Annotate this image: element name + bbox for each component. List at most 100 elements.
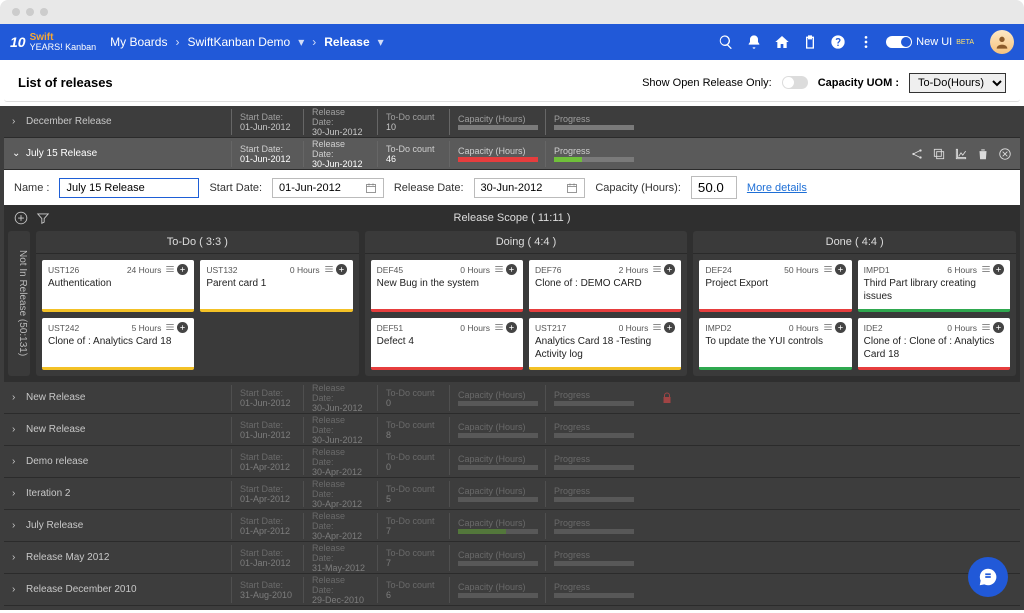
capacity-uom-select[interactable]: To-Do(Hours) xyxy=(909,73,1006,93)
chat-fab[interactable] xyxy=(968,557,1008,597)
release-row[interactable]: › Release May 2012 Start Date:01-Jan-201… xyxy=(4,542,1020,574)
menu-icon[interactable] xyxy=(823,264,833,274)
stat-progress: Progress xyxy=(545,141,641,167)
not-in-release-collapsed[interactable]: Not In Release (50:131) xyxy=(8,231,30,376)
menu-icon[interactable] xyxy=(652,322,662,332)
add-icon[interactable] xyxy=(14,211,28,225)
kanban-card[interactable]: DEF24 50 Hours Project Export xyxy=(699,260,851,312)
chart-icon[interactable] xyxy=(954,147,968,161)
new-ui-toggle[interactable]: New UIBETA xyxy=(886,36,974,48)
plus-circle-icon[interactable] xyxy=(177,322,188,333)
menu-icon[interactable] xyxy=(494,264,504,274)
release-row[interactable]: › Demo release Start Date:01-Apr-2012 Re… xyxy=(4,446,1020,478)
chevron-right-icon[interactable]: › xyxy=(12,584,26,595)
chevron-right-icon[interactable]: › xyxy=(12,392,26,403)
stat-capacity: Capacity (Hours) xyxy=(449,109,545,135)
bell-icon[interactable] xyxy=(746,34,762,50)
menu-icon[interactable] xyxy=(494,322,504,332)
show-open-toggle[interactable] xyxy=(782,76,808,89)
menu-icon[interactable] xyxy=(165,264,175,274)
chevron-right-icon[interactable]: › xyxy=(12,520,26,531)
menu-icon[interactable] xyxy=(165,322,175,332)
release-row[interactable]: › July Release Start Date:01-Apr-2012 Re… xyxy=(4,510,1020,542)
stat-start: Start Date:01-Jun-2012 xyxy=(231,385,303,411)
breadcrumb-project[interactable]: SwiftKanban Demo xyxy=(187,35,290,49)
plus-circle-icon[interactable] xyxy=(835,322,846,333)
help-icon[interactable] xyxy=(830,34,846,50)
kanban-card[interactable]: UST126 24 Hours Authentication xyxy=(42,260,194,312)
stat-release: Release Date:30-Jun-2012 xyxy=(303,417,377,443)
breadcrumb-section[interactable]: Release xyxy=(324,35,369,49)
page-title: List of releases xyxy=(18,75,113,90)
release-row[interactable]: › Iteration 2 Start Date:01-Apr-2012 Rel… xyxy=(4,478,1020,510)
stat-todo: To-Do count7 xyxy=(377,513,449,539)
plus-circle-icon[interactable] xyxy=(506,264,517,275)
menu-icon[interactable] xyxy=(823,322,833,332)
more-vertical-icon[interactable] xyxy=(858,34,874,50)
plus-circle-icon[interactable] xyxy=(664,322,675,333)
kanban-card[interactable]: IMPD2 0 Hours To update the YUI controls xyxy=(699,318,851,370)
menu-icon[interactable] xyxy=(981,322,991,332)
caret-down-icon[interactable]: ▾ xyxy=(378,35,384,49)
chevron-right-icon[interactable]: › xyxy=(12,488,26,499)
user-avatar[interactable] xyxy=(990,30,1014,54)
chevron-down-icon[interactable]: ⌄ xyxy=(12,148,26,159)
kanban-card[interactable]: UST217 0 Hours Analytics Card 18 -Testin… xyxy=(529,318,681,370)
stat-release: Release Date:30-Apr-2012 xyxy=(303,513,377,539)
card-id: UST126 xyxy=(48,265,79,275)
capacity-input[interactable] xyxy=(691,176,737,199)
trash-icon[interactable] xyxy=(976,147,990,161)
chevron-right-icon[interactable]: › xyxy=(12,424,26,435)
stat-capacity: Capacity (Hours) xyxy=(449,545,545,571)
release-name: July 15 Release xyxy=(26,148,231,159)
menu-icon[interactable] xyxy=(324,264,334,274)
release-row[interactable]: › New Release Start Date:01-Jun-2012 Rel… xyxy=(4,382,1020,414)
plus-circle-icon[interactable] xyxy=(993,264,1004,275)
filter-icon[interactable] xyxy=(36,211,50,225)
caret-down-icon[interactable]: ▾ xyxy=(298,35,304,49)
toggle-pill[interactable] xyxy=(886,36,912,48)
stat-progress: Progress xyxy=(545,449,641,475)
copy-icon[interactable] xyxy=(932,147,946,161)
chevron-right-icon[interactable]: › xyxy=(12,552,26,563)
plus-circle-icon[interactable] xyxy=(835,264,846,275)
chevron-right-icon[interactable]: › xyxy=(12,116,26,127)
kanban-card[interactable]: UST242 5 Hours Clone of : Analytics Card… xyxy=(42,318,194,370)
kanban-card[interactable]: UST132 0 Hours Parent card 1 xyxy=(200,260,352,312)
kanban-card[interactable]: DEF76 2 Hours Clone of : DEMO CARD xyxy=(529,260,681,312)
release-date-picker[interactable]: 30-Jun-2012 xyxy=(474,178,586,198)
start-date-picker[interactable]: 01-Jun-2012 xyxy=(272,178,384,198)
release-row[interactable]: ⌄ July 15 Release Start Date:01-Jun-2012… xyxy=(4,138,1020,170)
chevron-right-icon[interactable]: › xyxy=(12,456,26,467)
kanban-card[interactable]: DEF51 0 Hours Defect 4 xyxy=(371,318,523,370)
home-icon[interactable] xyxy=(774,34,790,50)
release-name-input[interactable] xyxy=(59,178,199,198)
column-doing: Doing ( 4:4 ) DEF45 0 Hours New Bug in t… xyxy=(365,231,688,376)
kanban-card[interactable]: DEF45 0 Hours New Bug in the system xyxy=(371,260,523,312)
menu-icon[interactable] xyxy=(652,264,662,274)
release-row[interactable]: › December Release Start Date:01-Jun-201… xyxy=(4,106,1020,138)
close-circle-icon[interactable] xyxy=(998,147,1012,161)
stat-release: Release Date:30-Jun-2012 xyxy=(303,109,377,135)
card-title: Third Part library creating issues xyxy=(864,278,1004,303)
stat-todo: To-Do count10 xyxy=(377,109,449,135)
release-name: Demo release xyxy=(26,456,231,467)
clipboard-icon[interactable] xyxy=(802,34,818,50)
more-details-link[interactable]: More details xyxy=(747,182,807,194)
kanban-card[interactable]: IDE2 0 Hours Clone of : Clone of : Analy… xyxy=(858,318,1010,370)
release-row[interactable]: › Release December 2010 Start Date:31-Au… xyxy=(4,574,1020,606)
share-icon[interactable] xyxy=(910,147,924,161)
plus-circle-icon[interactable] xyxy=(993,322,1004,333)
plus-circle-icon[interactable] xyxy=(664,264,675,275)
menu-icon[interactable] xyxy=(981,264,991,274)
plus-circle-icon[interactable] xyxy=(336,264,347,275)
plus-circle-icon[interactable] xyxy=(177,264,188,275)
search-icon[interactable] xyxy=(718,34,734,50)
release-row[interactable]: › New Release Start Date:01-Jun-2012 Rel… xyxy=(4,414,1020,446)
plus-circle-icon[interactable] xyxy=(506,322,517,333)
logo[interactable]: 10 Swift YEARS! Kanban xyxy=(10,33,96,52)
kanban-card[interactable]: IMPD1 6 Hours Third Part library creatin… xyxy=(858,260,1010,312)
release-date-label: Release Date: xyxy=(394,182,464,194)
breadcrumb-my-boards[interactable]: My Boards xyxy=(110,35,167,49)
stat-release: Release Date:30-Apr-2012 xyxy=(303,449,377,475)
